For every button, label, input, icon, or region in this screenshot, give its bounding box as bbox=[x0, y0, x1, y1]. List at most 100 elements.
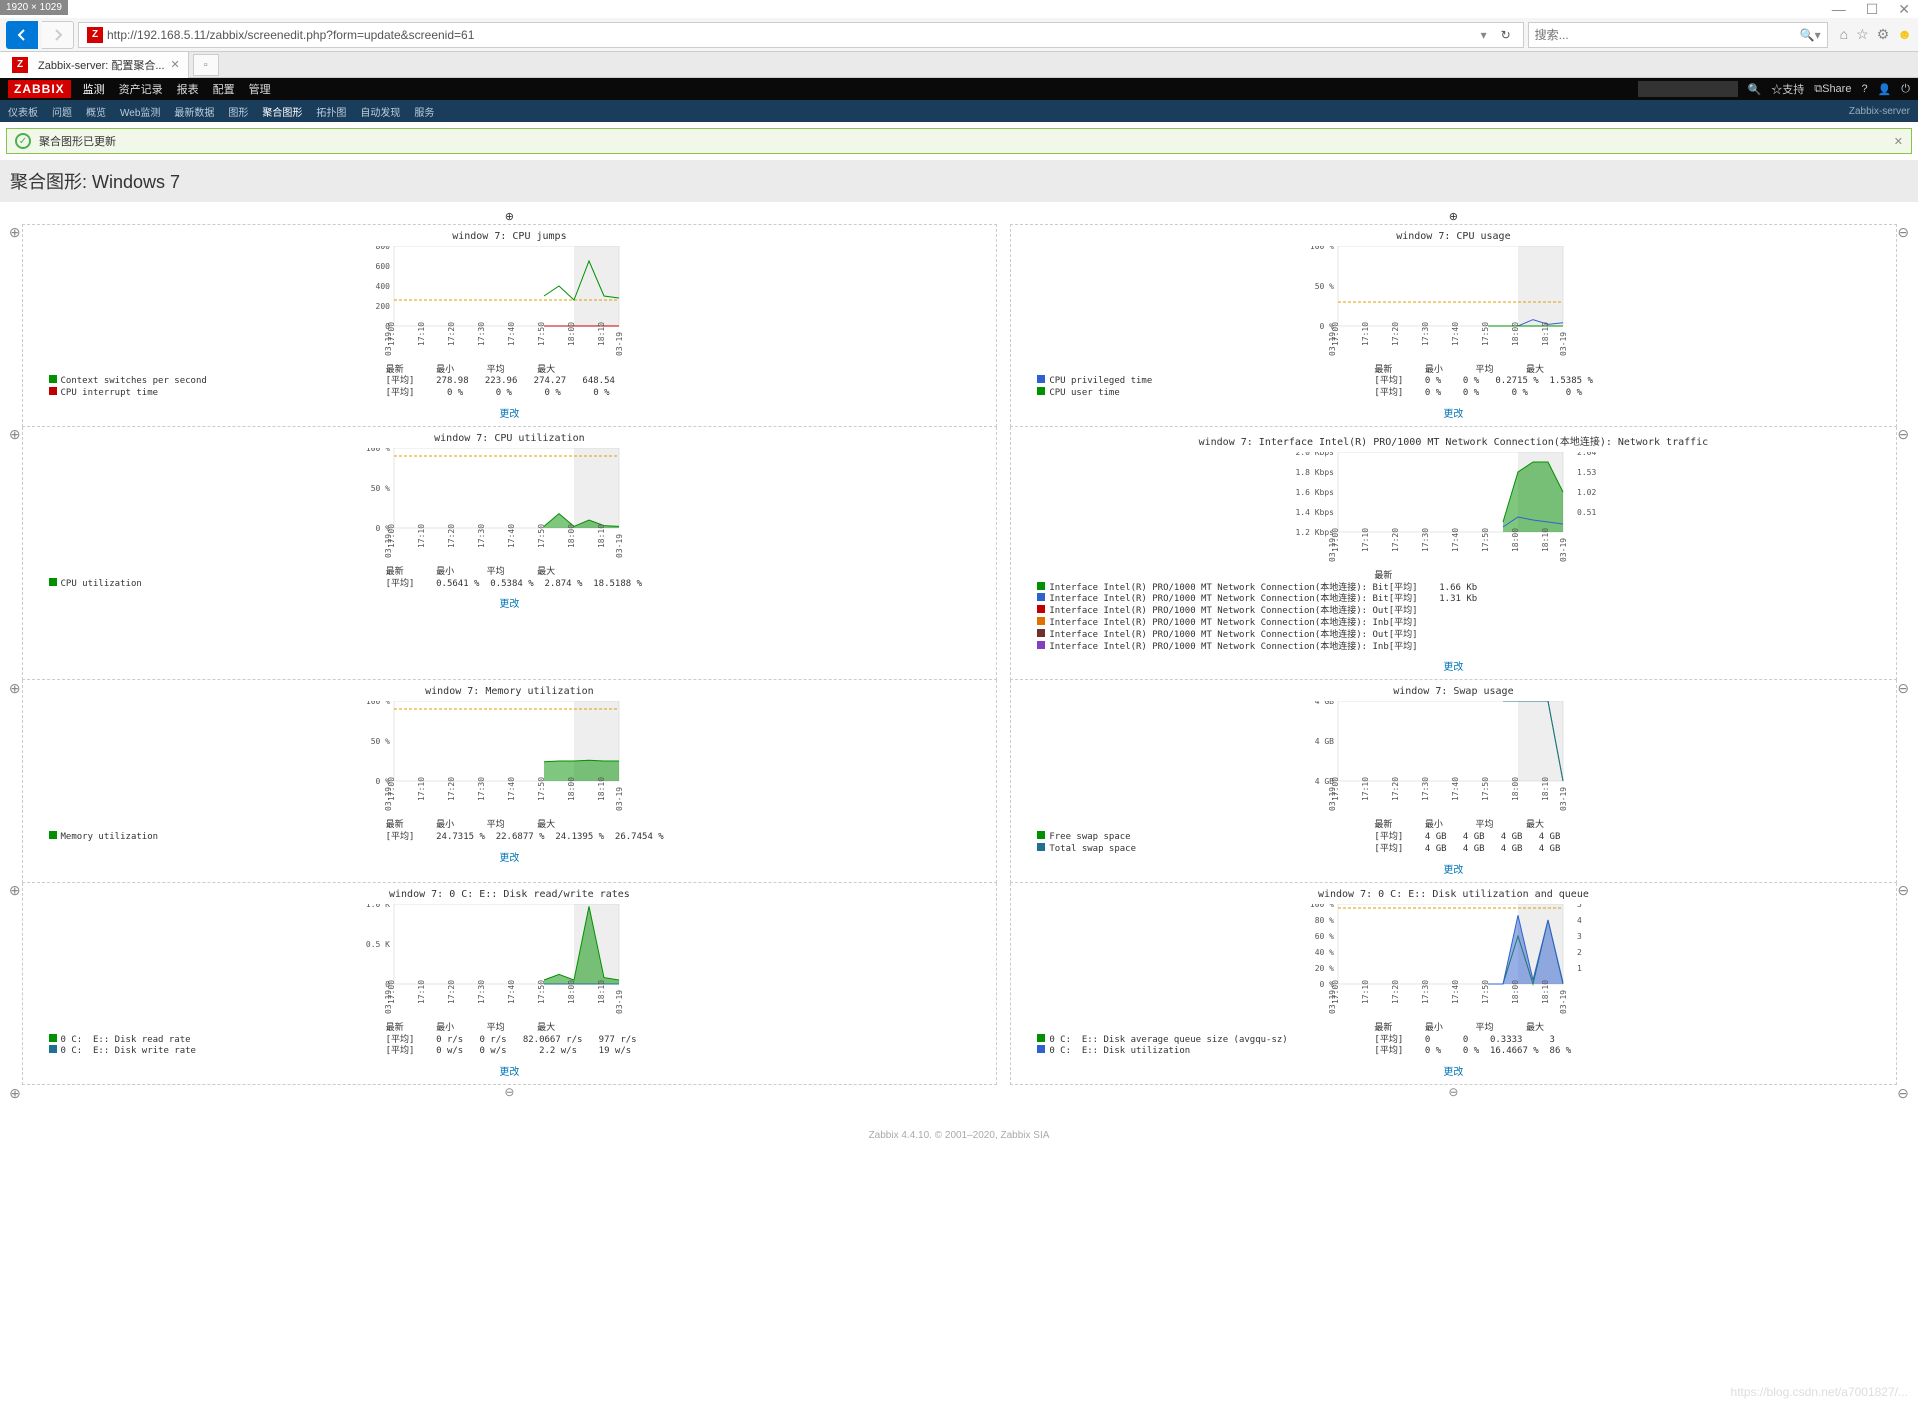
dropdown-icon[interactable]: ▾ bbox=[1475, 28, 1493, 42]
change-link[interactable]: 更改 bbox=[499, 853, 519, 864]
svg-text:18:00: 18:00 bbox=[1511, 321, 1520, 345]
window-close-icon[interactable]: ✕ bbox=[1898, 1, 1910, 18]
search-icon[interactable]: 🔍 bbox=[1748, 83, 1762, 96]
svg-text:17:30: 17:30 bbox=[1421, 528, 1430, 552]
success-text: 聚合图形已更新 bbox=[39, 133, 116, 149]
svg-text:40 %: 40 % bbox=[1315, 948, 1334, 957]
subnav-聚合图形[interactable]: 聚合图形 bbox=[262, 108, 302, 124]
browser-tab-active[interactable]: Z Zabbix-server: 配置聚合... ✕ bbox=[0, 52, 189, 78]
svg-text:17:20: 17:20 bbox=[1391, 777, 1400, 801]
svg-text:20 %: 20 % bbox=[1315, 964, 1334, 973]
screen-cell[interactable]: window 7: CPU jumps 020040060080017:0017… bbox=[22, 224, 997, 426]
add-row-button[interactable]: ⊕ bbox=[8, 882, 22, 1084]
remove-row-button[interactable]: ⊖ bbox=[1896, 426, 1910, 680]
url-input[interactable] bbox=[107, 28, 1475, 42]
svg-text:18:10: 18:10 bbox=[597, 777, 606, 801]
add-row-button[interactable]: ⊕ bbox=[8, 680, 22, 882]
add-row-button[interactable]: ⊕ bbox=[8, 1085, 22, 1102]
home-icon[interactable]: ⌂ bbox=[1840, 26, 1848, 43]
smiley-icon[interactable]: ☻ bbox=[1897, 26, 1912, 43]
nav-配置[interactable]: 配置 bbox=[213, 84, 235, 96]
subnav-概览[interactable]: 概览 bbox=[86, 108, 106, 122]
change-link[interactable]: 更改 bbox=[499, 1067, 519, 1078]
svg-text:17:20: 17:20 bbox=[447, 777, 456, 801]
screen-cell[interactable]: window 7: CPU utilization 0 %50 %100 %17… bbox=[22, 426, 997, 680]
back-button[interactable] bbox=[6, 21, 38, 49]
change-link[interactable]: 更改 bbox=[499, 409, 519, 420]
svg-text:1.53: 1.53 bbox=[1577, 468, 1596, 477]
screen-cell[interactable]: window 7: 0 C: E:: Disk read/write rates… bbox=[22, 882, 997, 1084]
screen-cell[interactable]: window 7: Memory utilization 0 %50 %100 … bbox=[22, 680, 997, 882]
window-maximize-icon[interactable]: ☐ bbox=[1866, 1, 1879, 18]
svg-text:5: 5 bbox=[1577, 904, 1582, 909]
add-row-button[interactable]: ⊕ bbox=[8, 426, 22, 680]
change-link[interactable]: 更改 bbox=[499, 599, 519, 610]
window-minimize-icon[interactable]: — bbox=[1832, 1, 1846, 17]
change-link[interactable]: 更改 bbox=[1443, 409, 1463, 420]
chart-title: window 7: Interface Intel(R) PRO/1000 MT… bbox=[1017, 433, 1889, 448]
svg-text:03-19: 03-19 bbox=[615, 990, 624, 1014]
add-row-button[interactable]: ⊕ bbox=[8, 224, 22, 426]
svg-text:1: 1 bbox=[1577, 964, 1582, 973]
svg-text:1.4 Kbps: 1.4 Kbps bbox=[1296, 508, 1335, 517]
refresh-icon[interactable]: ↻ bbox=[1493, 28, 1519, 42]
remove-row-button[interactable]: ⊖ bbox=[1896, 224, 1910, 426]
remove-row-button[interactable]: ⊖ bbox=[1896, 882, 1910, 1084]
new-tab-button[interactable]: ▫ bbox=[193, 54, 219, 76]
remove-row-button[interactable]: ⊖ bbox=[1896, 1085, 1910, 1102]
remove-column-button[interactable]: ⊖ bbox=[1011, 1085, 1896, 1102]
screen-cell[interactable]: window 7: CPU usage 0 %50 %100 %17:0017:… bbox=[1011, 224, 1896, 426]
tab-close-icon[interactable]: ✕ bbox=[171, 58, 180, 71]
zabbix-logo[interactable]: ZABBIX bbox=[8, 80, 71, 98]
chart-legend: 最新 最小 平均 最大Context switches per second [… bbox=[29, 365, 991, 399]
forward-button[interactable] bbox=[42, 21, 74, 49]
nav-报表[interactable]: 报表 bbox=[177, 84, 199, 96]
svg-text:03-19: 03-19 bbox=[615, 787, 624, 811]
user-icon[interactable]: 👤 bbox=[1878, 83, 1892, 96]
nav-监测[interactable]: 监测 bbox=[83, 84, 105, 96]
remove-column-button[interactable]: ⊖ bbox=[22, 1085, 997, 1102]
support-link[interactable]: ☆支持 bbox=[1771, 81, 1804, 97]
address-bar[interactable]: Z ▾ ↻ bbox=[78, 22, 1524, 48]
zabbix-search-input[interactable] bbox=[1638, 81, 1738, 97]
chart-title: window 7: 0 C: E:: Disk utilization and … bbox=[1017, 889, 1889, 900]
chart-legend: 最新 最小 平均 最大0 C: E:: Disk average queue s… bbox=[1017, 1023, 1889, 1057]
add-column-button[interactable]: ⊕ bbox=[22, 210, 997, 224]
nav-资产记录[interactable]: 资产记录 bbox=[119, 84, 163, 96]
remove-row-button[interactable]: ⊖ bbox=[1896, 680, 1910, 882]
change-link[interactable]: 更改 bbox=[1443, 865, 1463, 876]
svg-text:0.51: 0.51 bbox=[1577, 508, 1596, 517]
subnav-仪表板[interactable]: 仪表板 bbox=[8, 108, 38, 122]
subnav-最新数据[interactable]: 最新数据 bbox=[174, 108, 214, 122]
subnav-问题[interactable]: 问题 bbox=[52, 108, 72, 122]
screen-cell[interactable]: window 7: Interface Intel(R) PRO/1000 MT… bbox=[1011, 426, 1896, 680]
subnav-Web监测[interactable]: Web监测 bbox=[120, 108, 160, 122]
share-link[interactable]: ⧉Share bbox=[1814, 83, 1851, 96]
svg-text:03-19: 03-19 bbox=[1559, 787, 1568, 811]
chart-title: window 7: Swap usage bbox=[1017, 686, 1889, 697]
nav-管理[interactable]: 管理 bbox=[249, 84, 271, 96]
favorites-icon[interactable]: ☆ bbox=[1856, 26, 1869, 43]
subnav-图形[interactable]: 图形 bbox=[228, 108, 248, 122]
browser-search[interactable]: 🔍▾ bbox=[1528, 22, 1828, 48]
settings-icon[interactable]: ⚙ bbox=[1877, 26, 1890, 43]
svg-text:18:00: 18:00 bbox=[1511, 777, 1520, 801]
change-link[interactable]: 更改 bbox=[1443, 662, 1463, 673]
svg-text:18:00: 18:00 bbox=[567, 321, 576, 345]
search-input[interactable] bbox=[1535, 28, 1800, 42]
help-icon[interactable]: ? bbox=[1861, 83, 1867, 95]
add-column-button[interactable]: ⊕ bbox=[1011, 210, 1896, 224]
subnav-拓扑图[interactable]: 拓扑图 bbox=[316, 108, 346, 122]
browser-toolbar: Z ▾ ↻ 🔍▾ ⌂ ☆ ⚙ ☻ bbox=[0, 18, 1918, 52]
svg-text:17:20: 17:20 bbox=[1391, 321, 1400, 345]
change-link[interactable]: 更改 bbox=[1443, 1067, 1463, 1078]
power-icon[interactable]: ⏻ bbox=[1901, 83, 1910, 96]
screen-cell[interactable]: window 7: Swap usage 4 GB4 GB4 GB17:0017… bbox=[1011, 680, 1896, 882]
search-icon[interactable]: 🔍▾ bbox=[1800, 28, 1821, 42]
subnav-服务[interactable]: 服务 bbox=[414, 108, 434, 122]
screen-cell[interactable]: window 7: 0 C: E:: Disk utilization and … bbox=[1011, 882, 1896, 1084]
svg-text:17:30: 17:30 bbox=[477, 524, 486, 548]
svg-text:17:40: 17:40 bbox=[1451, 321, 1460, 345]
close-message-icon[interactable]: ✕ bbox=[1894, 135, 1903, 148]
subnav-自动发现[interactable]: 自动发现 bbox=[360, 108, 400, 122]
